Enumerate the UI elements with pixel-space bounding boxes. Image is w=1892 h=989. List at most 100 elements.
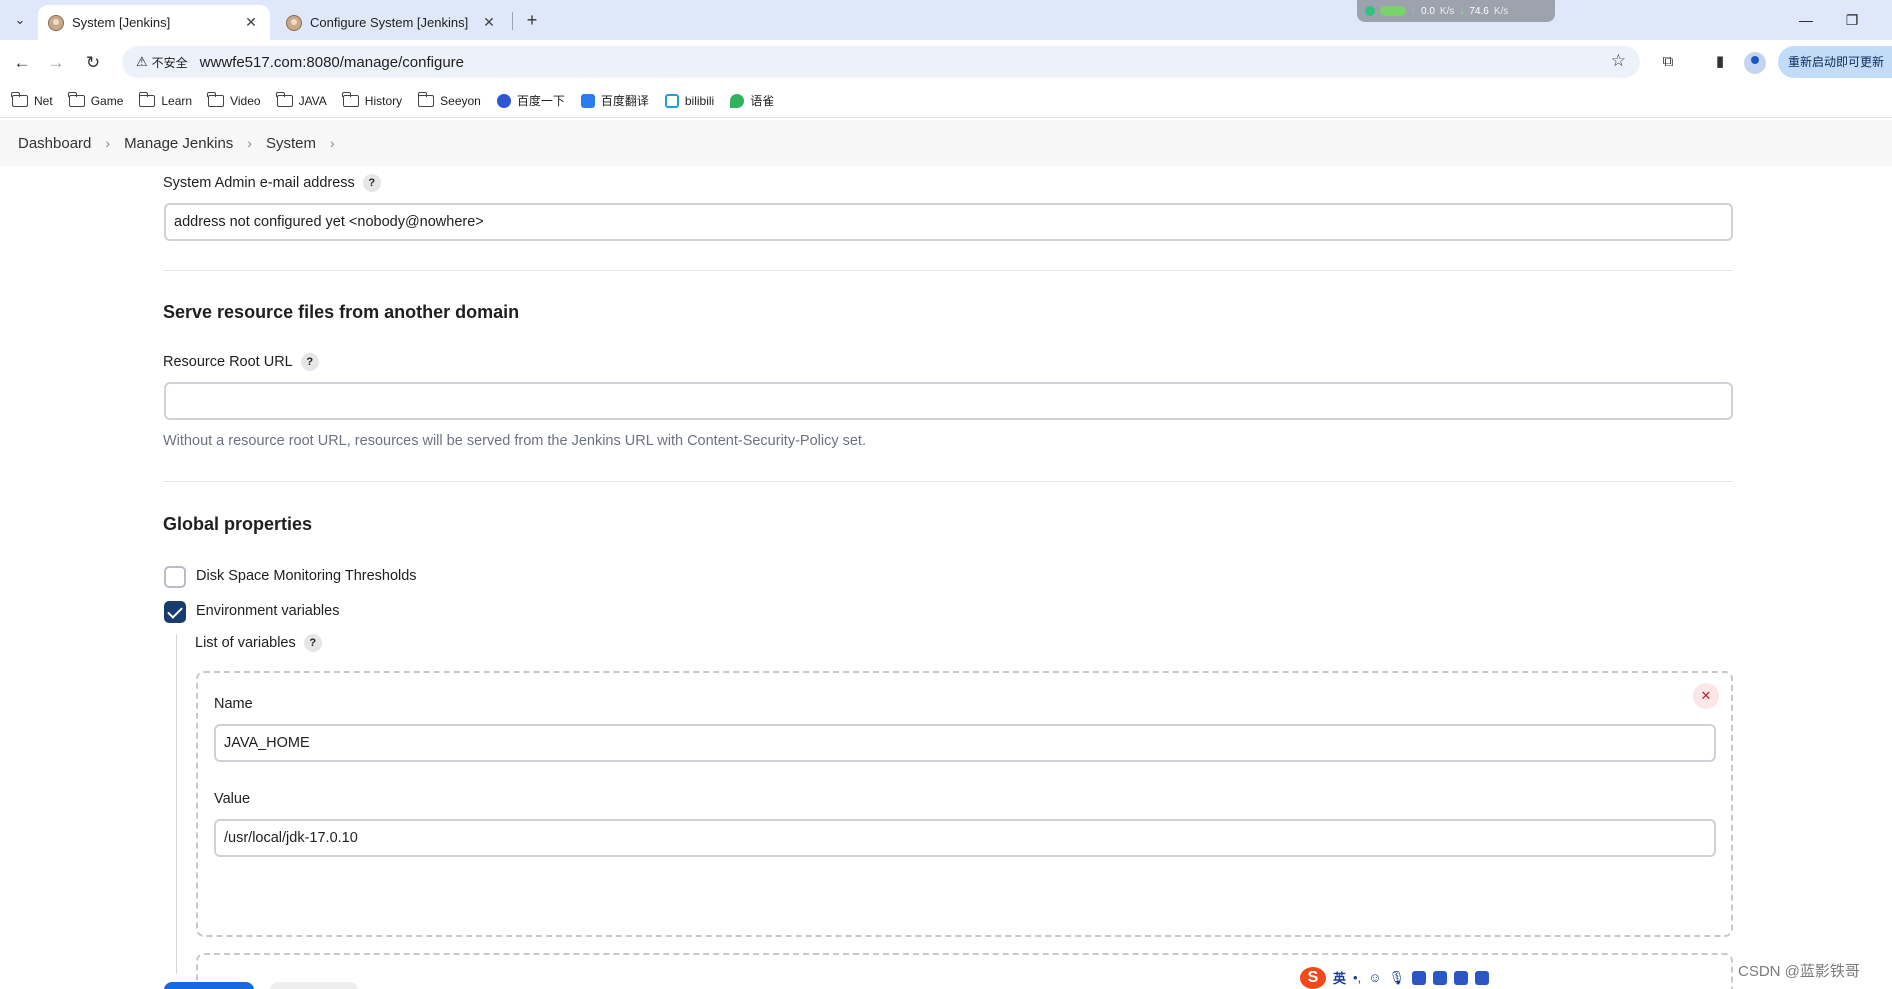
grid-icon[interactable]	[1474, 970, 1489, 985]
chevron-down-icon: ⌄	[14, 12, 26, 27]
usage-bar-icon	[1380, 6, 1406, 16]
admin-email-label: System Admin e-mail address ?	[163, 174, 381, 192]
remove-variable-button[interactable]: ✕	[1693, 683, 1719, 709]
folder-icon	[342, 91, 359, 107]
new-tab-button[interactable]: +	[520, 8, 544, 32]
extensions-icon[interactable]: ⧉	[1656, 50, 1680, 74]
upload-arrow-icon: ↑	[1411, 5, 1416, 17]
bookmark-video[interactable]: Video	[207, 91, 261, 108]
upload-speed: 0.0	[1421, 5, 1435, 17]
bookmark-net[interactable]: Net	[11, 91, 53, 108]
sogou-logo-icon[interactable]: S	[1300, 966, 1326, 989]
keyboard-icon[interactable]	[1411, 970, 1426, 985]
folder-icon	[417, 91, 435, 107]
reload-button[interactable]: ↻	[80, 50, 106, 76]
security-label: 不安全	[151, 55, 188, 70]
close-icon[interactable]: ✕	[242, 14, 260, 31]
minimize-icon: —	[1799, 12, 1813, 28]
global-properties-title: Global properties	[163, 514, 313, 534]
yuque-icon	[730, 93, 745, 108]
url-text[interactable]: wwwfe517.com:8080/manage/configure	[200, 54, 464, 71]
bookmark-star-icon[interactable]: ☆	[1611, 51, 1626, 71]
profile-avatar[interactable]	[1744, 52, 1766, 74]
help-icon[interactable]: ?	[362, 174, 381, 192]
save-button[interactable]	[164, 982, 254, 989]
bookmark-label: 百度翻译	[600, 94, 649, 108]
tab-system-jenkins[interactable]: System [Jenkins] ✕	[38, 5, 270, 40]
help-icon[interactable]: ?	[300, 353, 319, 371]
punctuation-icon[interactable]: •,	[1353, 970, 1361, 985]
breadcrumb-system[interactable]: System	[266, 135, 316, 152]
bookmark-baidu[interactable]: 百度一下	[496, 92, 565, 109]
resource-root-label-text: Resource Root URL	[163, 354, 293, 370]
bookmark-seeyon[interactable]: Seeyon	[417, 91, 481, 108]
user-icon[interactable]	[1432, 970, 1447, 985]
bookmark-game[interactable]: Game	[68, 91, 124, 108]
folder-icon	[275, 91, 293, 107]
bookmark-bilibili[interactable]: bilibili	[664, 93, 715, 108]
download-arrow-icon: ↓	[1459, 5, 1465, 17]
admin-email-input[interactable]: address not configured yet <nobody@nowhe…	[164, 203, 1733, 241]
env-vars-checkbox[interactable]	[164, 601, 186, 623]
jenkins-favicon-icon	[48, 14, 64, 31]
browser-window: ⌄ System [Jenkins] ✕ Configure System [J…	[0, 0, 1892, 989]
resource-root-input[interactable]	[164, 382, 1733, 420]
skin-icon[interactable]	[1453, 970, 1468, 985]
status-dot-icon	[1365, 6, 1375, 16]
download-speed: 74.6	[1469, 5, 1489, 17]
restore-button[interactable]: ❐	[1832, 8, 1872, 32]
variable-value-input[interactable]: /usr/local/jdk-17.0.10	[214, 819, 1716, 857]
bookmark-yuque[interactable]: 语雀	[730, 92, 774, 109]
emoji-icon[interactable]: ☺	[1368, 970, 1381, 985]
security-chip[interactable]: ⚠ 不安全	[130, 54, 194, 71]
nested-indent-line	[176, 634, 177, 974]
folder-icon	[207, 91, 225, 107]
ime-mode[interactable]: 英	[1333, 968, 1346, 987]
chevron-right-icon: ›	[247, 135, 252, 151]
tab-title: System [Jenkins]	[72, 15, 171, 30]
bookmark-label: JAVA	[298, 93, 327, 108]
tab-search-button[interactable]: ⌄	[8, 8, 32, 32]
csdn-watermark: CSDN @蓝影铁哥	[1738, 963, 1860, 980]
bilibili-icon	[664, 93, 679, 108]
side-panel-icon[interactable]: ▮	[1708, 50, 1732, 74]
warning-icon: ⚠	[136, 54, 148, 69]
network-speed-widget: ↑ 0.0 K/s ↓ 74.6 K/s	[1357, 0, 1555, 22]
address-bar[interactable]: ⚠ 不安全 wwwfe517.com:8080/manage/configure…	[122, 46, 1640, 78]
back-button[interactable]: ←	[9, 50, 35, 76]
bookmark-label: 百度一下	[516, 94, 565, 108]
help-icon[interactable]: ?	[303, 634, 322, 652]
minimize-button[interactable]: —	[1786, 8, 1826, 32]
disk-space-checkbox[interactable]	[164, 566, 186, 588]
bookmark-history[interactable]: History	[342, 91, 402, 108]
env-variable-entry: ✕ Name JAVA_HOME Value /usr/local/jdk-17…	[196, 671, 1733, 937]
arrow-left-icon: ←	[13, 53, 31, 72]
bookmark-label: Seeyon	[440, 93, 481, 108]
microphone-icon[interactable]: 🎙	[1388, 970, 1405, 986]
update-button[interactable]: 重新启动即可更新	[1778, 46, 1892, 78]
env-vars-label[interactable]: Environment variables	[196, 603, 339, 619]
chevron-right-icon[interactable]: ›	[330, 135, 335, 151]
bookmark-learn[interactable]: Learn	[138, 91, 192, 108]
variable-name-input[interactable]: JAVA_HOME	[214, 724, 1716, 762]
list-of-variables-label: List of variables ?	[195, 634, 322, 652]
bookmark-label: bilibili	[684, 93, 715, 108]
apply-button[interactable]	[270, 982, 358, 989]
chevron-right-icon: ›	[105, 135, 111, 151]
resource-root-description: Without a resource root URL, resources w…	[163, 433, 866, 449]
bookmark-label: Game	[90, 93, 124, 108]
bookmark-baidu-translate[interactable]: 百度翻译	[580, 92, 649, 109]
breadcrumb-manage-jenkins[interactable]: Manage Jenkins	[124, 135, 233, 152]
bookmark-label: Net	[34, 93, 53, 108]
close-icon: ✕	[1700, 688, 1712, 703]
disk-space-label[interactable]: Disk Space Monitoring Thresholds	[196, 568, 417, 584]
section-divider	[163, 481, 1733, 482]
breadcrumb-dashboard[interactable]: Dashboard	[18, 135, 91, 152]
forward-button[interactable]: →	[43, 50, 69, 76]
browser-toolbar: ← → ↻ ⚠ 不安全 wwwfe517.com:8080/manage/con…	[0, 40, 1892, 84]
close-icon[interactable]: ✕	[480, 14, 498, 31]
tab-configure-system[interactable]: Configure System [Jenkins] ✕	[276, 5, 508, 40]
translate-icon	[580, 93, 595, 108]
variable-name-value: JAVA_HOME	[224, 735, 310, 751]
bookmark-java[interactable]: JAVA	[275, 91, 327, 108]
